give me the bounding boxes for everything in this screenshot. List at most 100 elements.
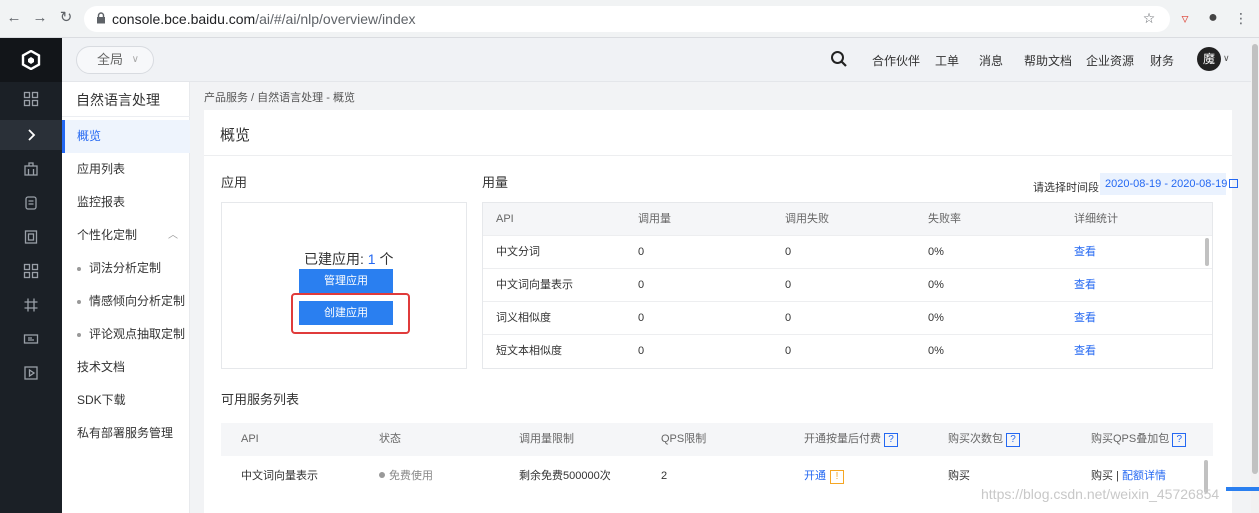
rail-media-icon[interactable] — [0, 358, 62, 388]
help-icon[interactable]: ? — [1006, 433, 1020, 447]
usage-cell-fail-rate: 0% — [928, 312, 944, 324]
sidebar-item-private-deploy[interactable]: 私有部署服务管理 — [62, 417, 190, 450]
svc-col-api: API — [241, 433, 259, 445]
icon-rail — [0, 38, 62, 513]
browser-toolbar: ← → ↻ console.bce.baidu.com/ai/#/ai/nlp/… — [0, 0, 1259, 38]
rail-monitor-icon[interactable] — [0, 324, 62, 354]
usage-cell-failed: 0 — [785, 246, 792, 258]
reload-icon[interactable]: ↻ — [58, 10, 74, 26]
table-row: 短文本相似度 0 0 0% 查看 — [483, 335, 1212, 368]
breadcrumb: 产品服务 / 自然语言处理 - 概览 — [204, 92, 355, 104]
avatar-chevron-icon[interactable]: ∨ — [1223, 53, 1230, 64]
buy-pack-link[interactable]: 购买 — [948, 460, 970, 493]
chevron-down-icon: ∨ — [131, 54, 139, 65]
lexical-label: 词法分析定制 — [89, 261, 162, 275]
sidebar-item-monitor-report[interactable]: 监控报表 — [62, 186, 190, 219]
topbar-link-finance[interactable]: 财务 — [1150, 52, 1174, 69]
rail-database-icon[interactable] — [0, 222, 62, 252]
svc-col-postpaid: 开通按量后付费? — [804, 423, 898, 456]
rail-compute-icon[interactable] — [0, 154, 62, 184]
rail-storage-icon[interactable] — [0, 188, 62, 218]
svc-cell-status: 免费使用 — [379, 460, 433, 493]
view-details-link[interactable]: 查看 — [1074, 335, 1096, 368]
status-dot-icon — [379, 472, 385, 478]
date-range-value: 2020-08-19 - 2020-08-19 — [1105, 178, 1228, 190]
rail-grid-icon[interactable] — [0, 84, 62, 114]
topbar-link-help-docs[interactable]: 帮助文档 — [1024, 52, 1072, 69]
address-bar[interactable]: console.bce.baidu.com/ai/#/ai/nlp/overvi… — [84, 6, 1170, 32]
bullet-dot — [77, 266, 81, 271]
usage-cell-failed: 0 — [785, 279, 792, 291]
help-icon[interactable]: ? — [884, 433, 898, 447]
user-avatar[interactable]: 魔 — [1197, 47, 1221, 71]
search-icon[interactable] — [830, 50, 848, 68]
view-details-link[interactable]: 查看 — [1074, 302, 1096, 335]
region-selector[interactable]: 全局 ∨ — [76, 46, 154, 74]
sidebar-item-tech-docs[interactable]: 技术文档 — [62, 351, 190, 384]
bookmark-star-icon[interactable]: ☆ — [1140, 9, 1158, 27]
page-scrollbar[interactable] — [1251, 40, 1259, 513]
usage-cell-calls: 0 — [638, 345, 645, 357]
buy-qps-pack-link[interactable]: 购买 — [1091, 470, 1113, 482]
menu-dots-icon[interactable]: ⋮ — [1232, 9, 1250, 27]
date-range-picker[interactable]: 2020-08-19 - 2020-08-19 — [1100, 173, 1239, 195]
usage-cell-calls: 0 — [638, 246, 645, 258]
usage-cell-api: 词义相似度 — [496, 312, 551, 324]
back-arrow-icon[interactable]: ← — [6, 10, 22, 26]
svc-cell-call-limit: 剩余免费500000次 — [519, 470, 611, 482]
manage-apps-button[interactable]: 管理应用 — [299, 269, 393, 293]
baidu-cloud-logo[interactable] — [0, 38, 62, 82]
view-details-link[interactable]: 查看 — [1074, 269, 1096, 302]
warning-icon[interactable]: ! — [830, 470, 844, 484]
rail-apps-icon[interactable] — [0, 256, 62, 286]
table-row: 中文分词 0 0 0% 查看 — [483, 236, 1212, 269]
usage-cell-calls: 0 — [638, 312, 645, 324]
rail-network-icon[interactable] — [0, 290, 62, 320]
bullet-dot — [77, 299, 81, 304]
corner-accent — [1226, 487, 1259, 491]
highlight-annotation — [291, 293, 410, 334]
sidebar-subitem-comment[interactable]: 评论观点抽取定制 — [62, 318, 190, 351]
apps-grid-icon — [23, 263, 39, 279]
usage-table-scrollbar[interactable] — [1205, 238, 1209, 266]
usage-table-header: API 调用量 调用失败 失败率 详细统计 — [483, 203, 1212, 236]
svc-col-status: 状态 — [379, 433, 401, 445]
usage-cell-fail-rate: 0% — [928, 345, 944, 357]
topbar-link-messages[interactable]: 消息 — [979, 52, 1003, 69]
rail-expand-icon[interactable] — [0, 120, 62, 150]
extension-icon[interactable]: ▿ — [1176, 9, 1194, 27]
sidebar-item-overview[interactable]: 概览 — [62, 120, 190, 153]
topbar-link-tickets[interactable]: 工单 — [935, 52, 959, 69]
compute-icon — [24, 162, 38, 176]
svc-col-buy-pack-label: 购买次数包 — [948, 433, 1003, 445]
app-count-value: 1 — [367, 251, 376, 267]
profile-icon[interactable]: ● — [1204, 9, 1222, 27]
usage-col-api: API — [496, 213, 514, 225]
table-row: 中文词向量表示 0 0 0% 查看 — [483, 269, 1212, 302]
view-details-link[interactable]: 查看 — [1074, 236, 1096, 269]
sidebar-item-app-list[interactable]: 应用列表 — [62, 153, 190, 186]
apps-panel: 已建应用: 1 个 管理应用 创建应用 — [221, 202, 467, 369]
sidebar-subitem-sentiment[interactable]: 情感倾向分析定制 — [62, 285, 190, 318]
title-divider — [204, 155, 1232, 156]
usage-col-fail-rate: 失败率 — [928, 213, 961, 225]
sidebar-item-customization[interactable]: 个性化定制 ︿ — [62, 219, 190, 252]
enable-postpaid-link[interactable]: 开通 — [804, 470, 826, 482]
topbar-link-partners[interactable]: 合作伙伴 — [872, 52, 920, 69]
region-label: 全局 — [97, 52, 124, 67]
usage-col-details: 详细统计 — [1074, 213, 1118, 225]
svc-col-qps-pack-label: 购买QPS叠加包 — [1091, 433, 1170, 445]
topbar-link-enterprise[interactable]: 企业资源 — [1086, 52, 1134, 69]
sidebar-subitem-lexical[interactable]: 词法分析定制 — [62, 252, 190, 285]
quota-details-link[interactable]: 配额详情 — [1122, 470, 1166, 482]
sidebar-item-sdk-download[interactable]: SDK下载 — [62, 384, 190, 417]
forward-arrow-icon[interactable]: → — [32, 10, 48, 26]
console-topbar: 全局 ∨ 合作伙伴 工单 消息 帮助文档 企业资源 财务 魔 ∨ — [62, 38, 1259, 82]
usage-cell-fail-rate: 0% — [928, 279, 944, 291]
app-count-unit: 个 — [375, 251, 394, 267]
page-scrollbar-thumb[interactable] — [1252, 44, 1258, 474]
apps-section-title: 应用 — [221, 175, 248, 190]
help-icon[interactable]: ? — [1172, 433, 1187, 447]
overview-card: 概览 应用 已建应用: 1 个 管理应用 创建应用 用量 请选择时间段 2020… — [204, 110, 1239, 513]
usage-table: API 调用量 调用失败 失败率 详细统计 中文分词 0 0 0% 查看 中文词… — [482, 202, 1213, 369]
